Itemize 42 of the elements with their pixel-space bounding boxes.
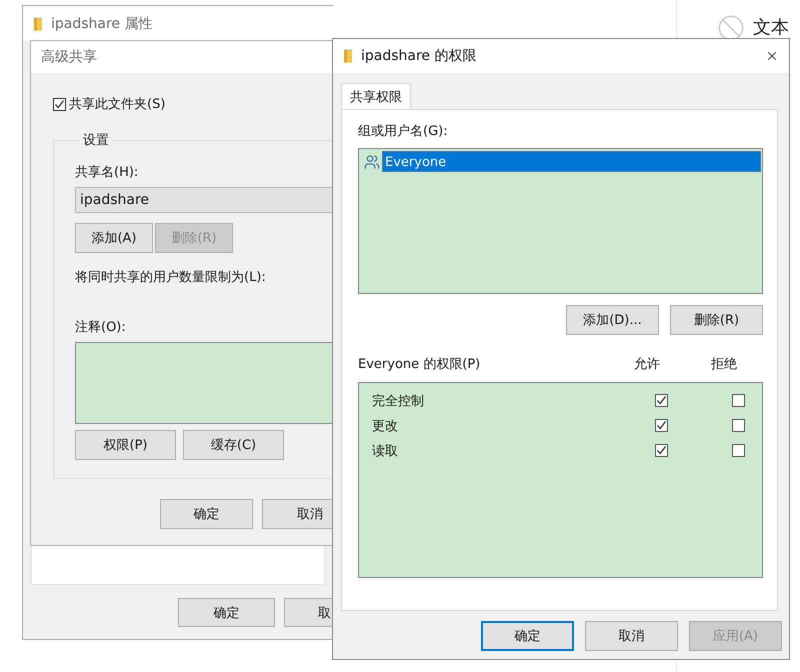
list-label: Everyone 的权限(P) <box>358 356 480 373</box>
group-title: 设置 <box>82 132 110 149</box>
checkbox[interactable] <box>53 98 66 110</box>
folder-icon <box>343 49 353 63</box>
column-header: 允许 <box>634 356 660 373</box>
share-name-field[interactable]: ipadshare <box>75 187 333 213</box>
comment-field[interactable] <box>75 342 333 424</box>
caching-button[interactable]: 缓存(C) <box>183 430 284 460</box>
add-button[interactable]: 添加(A) <box>75 223 153 253</box>
field-label: 注释(O): <box>75 319 127 336</box>
ok-button[interactable]: 确定 <box>160 499 253 529</box>
column-header: 拒绝 <box>711 356 737 373</box>
ok-button[interactable]: 确定 <box>481 621 574 651</box>
ok-button[interactable]: 确定 <box>178 598 275 627</box>
field-label: 将同时共享的用户数量限制为(L): <box>75 269 267 286</box>
cancel-button[interactable]: 取消 <box>262 499 333 529</box>
close-icon[interactable] <box>765 49 779 63</box>
folder-icon <box>33 16 43 30</box>
checkbox[interactable] <box>732 444 744 457</box>
permission-name: 完全控制 <box>372 392 424 410</box>
checkbox[interactable] <box>654 394 668 407</box>
permissions-button[interactable]: 权限(P) <box>75 430 176 460</box>
checkbox[interactable] <box>654 419 668 432</box>
checkbox[interactable] <box>654 444 668 457</box>
window-title: ipadshare 属性 <box>51 14 154 32</box>
tab[interactable]: 共享权限 <box>341 83 411 109</box>
window-title: ipadshare 的权限 <box>361 47 478 65</box>
text-label: 文本 <box>753 16 789 40</box>
users-icon <box>364 154 380 170</box>
permission-name: 读取 <box>372 442 398 460</box>
field-label: 共享名(H): <box>75 164 140 181</box>
list-item[interactable]: Everyone <box>382 151 761 172</box>
checkbox-label: 共享此文件夹(S) <box>69 96 166 113</box>
permission-name: 更改 <box>372 418 398 434</box>
remove-button[interactable]: 删除(R) <box>670 305 763 335</box>
checkbox[interactable] <box>732 419 744 432</box>
dialog-title: 高级共享 <box>41 48 98 66</box>
add-button[interactable]: 添加(D)... <box>566 305 659 335</box>
cancel-button[interactable]: 取消 <box>585 621 678 651</box>
checkbox[interactable] <box>732 394 744 407</box>
cancel-button[interactable]: 取 <box>284 598 333 627</box>
list-label: 组或用户名(G): <box>358 123 449 140</box>
